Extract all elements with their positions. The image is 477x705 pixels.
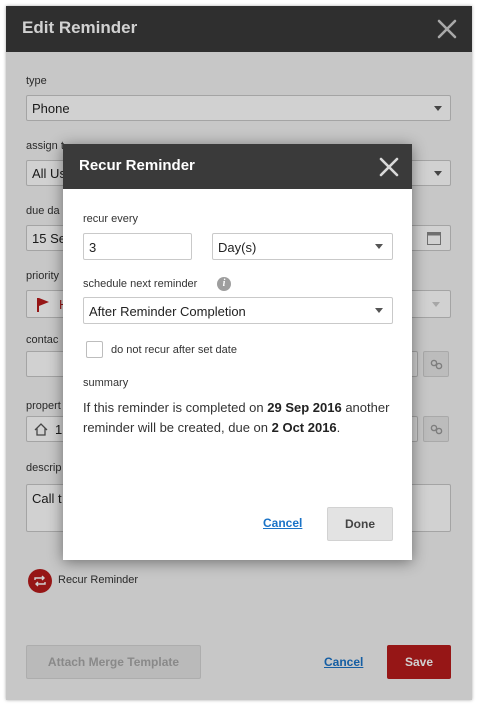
recur-reminder-modal: Recur Reminder recur every 3 Day(s) sche… xyxy=(63,144,412,560)
chevron-down-icon xyxy=(375,308,383,313)
modal-header: Recur Reminder xyxy=(63,144,412,189)
done-button[interactable]: Done xyxy=(327,507,393,541)
schedule-value: After Reminder Completion xyxy=(89,304,246,319)
schedule-select[interactable]: After Reminder Completion xyxy=(83,297,393,324)
summary-label: summary xyxy=(83,377,129,389)
modal-cancel-button[interactable]: Cancel xyxy=(263,516,302,530)
chevron-down-icon xyxy=(375,244,383,249)
completion-date: 29 Sep 2016 xyxy=(267,400,342,415)
recur-every-input[interactable]: 3 xyxy=(83,233,192,260)
modal-title: Recur Reminder xyxy=(79,157,195,174)
summary-text: If this reminder is completed on 29 Sep … xyxy=(83,400,390,435)
do-not-recur-label: do not recur after set date xyxy=(111,344,237,356)
recur-unit-value: Day(s) xyxy=(218,240,257,255)
recur-every-label: recur every xyxy=(83,213,139,225)
recur-every-value: 3 xyxy=(89,240,97,255)
do-not-recur-checkbox[interactable] xyxy=(86,341,103,358)
info-icon[interactable]: i xyxy=(217,277,231,291)
close-icon[interactable] xyxy=(378,156,400,178)
schedule-label: schedule next reminder xyxy=(83,278,198,290)
recur-unit-select[interactable]: Day(s) xyxy=(212,233,393,260)
next-due-date: 2 Oct 2016 xyxy=(271,420,337,435)
